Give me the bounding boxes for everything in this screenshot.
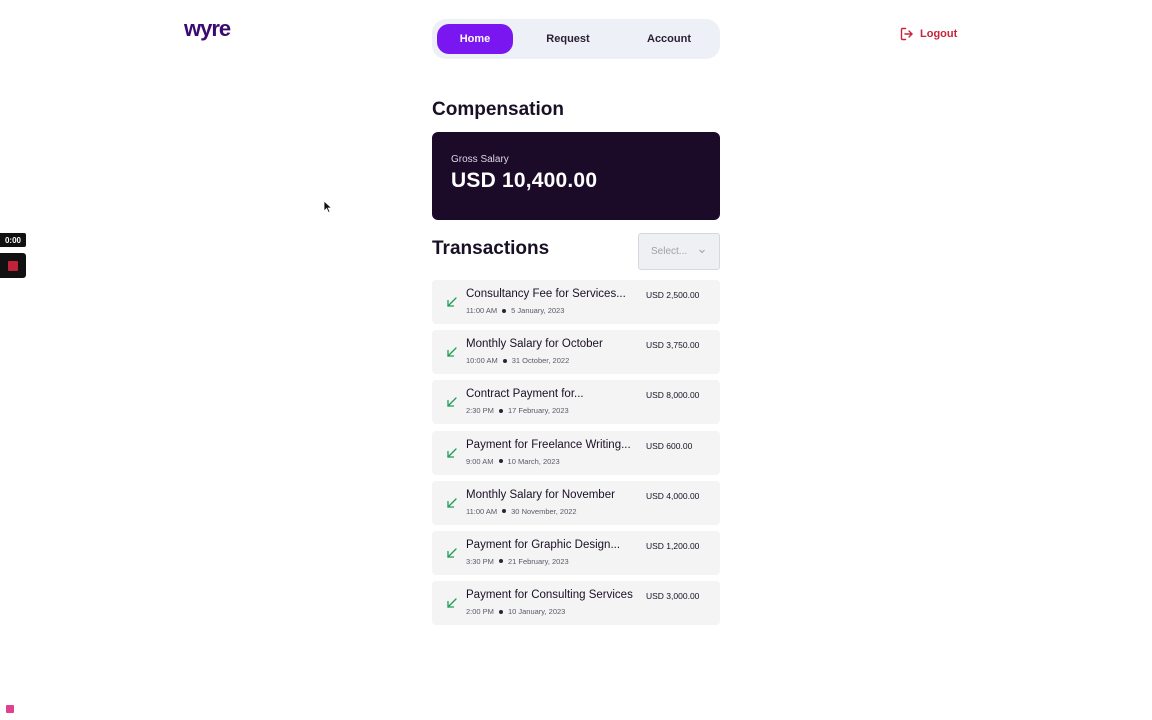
- separator-dot: [502, 509, 507, 514]
- transaction-date: 10 January, 2023: [507, 607, 566, 617]
- transaction-time: 2:00 PM: [466, 607, 494, 617]
- transaction-row[interactable]: Monthly Salary for October 10:00 AM 31 Oc…: [432, 330, 720, 375]
- transaction-title: Consultancy Fee for Services...: [466, 288, 626, 300]
- transaction-date: 21 February, 2023: [507, 556, 569, 566]
- transaction-title: Payment for Consulting Services: [466, 589, 633, 602]
- incoming-arrow-icon: [446, 496, 458, 514]
- transaction-meta: 11:00 AM 5 January, 2023: [466, 306, 564, 315]
- transaction-title: Contract Payment for...: [466, 388, 584, 401]
- transactions-filter-select[interactable]: Select...: [638, 233, 720, 270]
- transaction-date: 10 March, 2023: [507, 456, 560, 466]
- transaction-time: 11:00 AM: [466, 306, 498, 315]
- incoming-arrow-icon: [446, 546, 458, 564]
- transaction-amount: USD 4,000.00: [646, 490, 700, 501]
- main-nav: Home Request Account: [432, 19, 720, 59]
- transaction-meta: 9:00 AM 10 March, 2023: [466, 457, 560, 466]
- logout-icon: [900, 27, 914, 41]
- transaction-time: 2:30 PM: [466, 406, 494, 416]
- transaction-amount: USD 3,000.00: [646, 591, 700, 602]
- logout-button[interactable]: Logout: [900, 25, 957, 43]
- separator-dot: [498, 559, 503, 564]
- transaction-time: 10:00 AM: [466, 356, 498, 366]
- transaction-meta: 2:00 PM 10 January, 2023: [466, 607, 565, 616]
- wyre-logo[interactable]: wyre: [184, 16, 246, 44]
- transaction-title: Monthly Salary for October: [466, 338, 603, 351]
- gross-salary-amount: USD 10,400.00: [451, 169, 598, 192]
- transaction-row[interactable]: Monthly Salary for November 11:00 AM 30 N…: [432, 480, 720, 525]
- separator-dot: [502, 308, 507, 313]
- transaction-date: 31 October, 2022: [511, 356, 570, 366]
- transactions-list: Consultancy Fee for Services... 11:00 AM…: [432, 280, 720, 631]
- gross-salary-label: Gross Salary: [451, 154, 509, 165]
- compensation-title: Compensation: [432, 99, 564, 120]
- transaction-meta: 10:00 AM 31 October, 2022: [466, 356, 569, 365]
- transaction-row[interactable]: Consultancy Fee for Services... 11:00 AM…: [432, 280, 720, 324]
- stop-recording-button[interactable]: [0, 253, 26, 278]
- incoming-arrow-icon: [446, 345, 458, 363]
- transaction-time: 11:00 AM: [466, 506, 498, 516]
- recording-timer: 0:00: [0, 233, 26, 247]
- transaction-row[interactable]: Payment for Consulting Services 2:00 PM 1…: [432, 581, 720, 626]
- transaction-amount: USD 600.00: [646, 440, 693, 451]
- transaction-date: 5 January, 2023: [511, 306, 565, 315]
- separator-dot: [498, 408, 503, 413]
- transaction-time: 9:00 AM: [466, 456, 494, 466]
- separator-dot: [502, 358, 507, 363]
- mouse-cursor-icon: [323, 200, 333, 219]
- stop-icon: [8, 261, 18, 271]
- transaction-date: 30 November, 2022: [511, 506, 577, 516]
- transaction-amount: USD 3,750.00: [646, 340, 700, 351]
- nav-account[interactable]: Account: [623, 24, 715, 54]
- separator-dot: [498, 609, 503, 614]
- transaction-date: 17 February, 2023: [507, 406, 569, 416]
- transaction-row[interactable]: Payment for Graphic Design... 3:30 PM 21 …: [432, 530, 720, 575]
- transactions-title: Transactions: [432, 238, 550, 259]
- svg-text:wyre: wyre: [184, 16, 231, 41]
- recording-indicator: [6, 705, 14, 713]
- transaction-amount: USD 8,000.00: [646, 390, 700, 401]
- gross-salary-card: Gross Salary USD 10,400.00: [432, 132, 720, 220]
- logout-label: Logout: [920, 28, 958, 40]
- transaction-title: Payment for Graphic Design...: [466, 538, 621, 551]
- transaction-title: Payment for Freelance Writing...: [466, 438, 631, 451]
- incoming-arrow-icon: [446, 295, 458, 313]
- transaction-amount: USD 1,200.00: [646, 540, 700, 551]
- transaction-meta: 3:30 PM 21 February, 2023: [466, 557, 569, 566]
- transaction-time: 3:30 PM: [466, 556, 494, 566]
- transaction-meta: 11:00 AM 30 November, 2022: [466, 507, 577, 516]
- incoming-arrow-icon: [446, 446, 458, 464]
- nav-home[interactable]: Home: [437, 24, 513, 54]
- transaction-row[interactable]: Payment for Freelance Writing... 9:00 AM…: [432, 430, 720, 475]
- filter-placeholder: Select...: [651, 246, 688, 257]
- incoming-arrow-icon: [446, 395, 458, 413]
- nav-request[interactable]: Request: [513, 24, 623, 54]
- transaction-title: Monthly Salary for November: [466, 488, 615, 501]
- transaction-meta: 2:30 PM 17 February, 2023: [466, 406, 569, 415]
- transaction-amount: USD 2,500.00: [646, 290, 700, 300]
- incoming-arrow-icon: [446, 596, 458, 614]
- transaction-row[interactable]: Contract Payment for... 2:30 PM 17 Februa…: [432, 380, 720, 425]
- separator-dot: [498, 459, 503, 464]
- chevron-down-icon: [698, 247, 706, 258]
